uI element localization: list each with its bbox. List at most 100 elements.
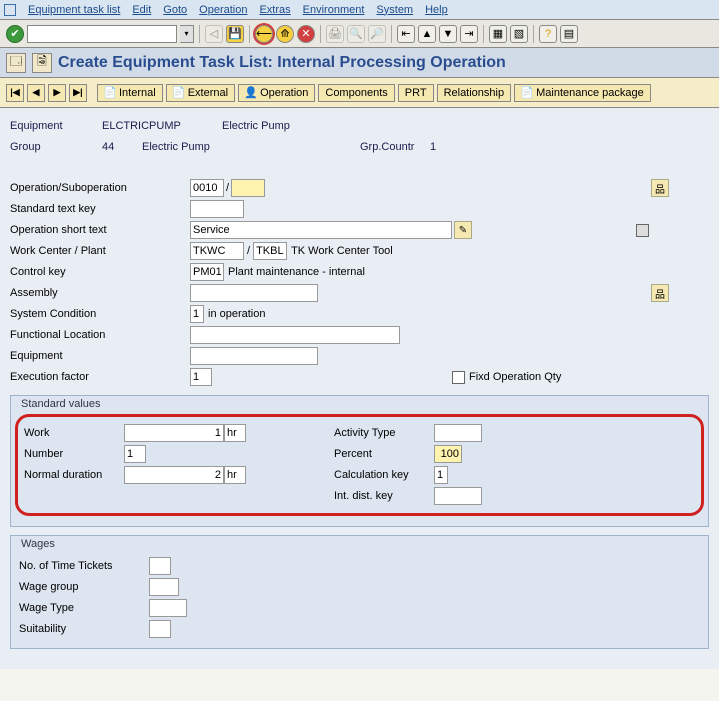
tab-maint-package[interactable]: 📄Maintenance package [514,84,651,102]
tab-external-label: External [188,87,228,99]
operation-input[interactable] [190,179,224,197]
work-label: Work [24,427,124,439]
tab-external[interactable]: 📄External [166,84,235,102]
tab-components[interactable]: Components [318,84,394,102]
work-unit-input[interactable] [224,424,246,442]
first-page-button[interactable]: ⇤ [397,25,415,43]
shorttext-row: Operation short text ✎ [10,220,709,240]
maint-package-icon: 📄 [521,87,533,99]
tab-components-label: Components [325,87,387,99]
equipment-label: Equipment [10,120,102,132]
title-icon-2[interactable]: 🗟 [32,53,52,73]
tab-operation[interactable]: 👤Operation [238,84,315,102]
command-field[interactable] [27,25,177,43]
tab-internal[interactable]: 📄Internal [97,84,163,102]
stdtext-label: Standard text key [10,203,190,215]
suboperation-input[interactable] [231,179,265,197]
find-next-button: 🔎 [368,25,386,43]
cancel-button[interactable]: ✕ [297,25,315,43]
separator [249,25,250,43]
nav-first-button[interactable]: |◀ [6,84,24,102]
app-toolbar: |◀ ◀ ▶ ▶| 📄Internal 📄External 👤Operation… [0,78,719,108]
create-session-button[interactable]: ▦ [489,25,507,43]
last-page-button[interactable]: ⇥ [460,25,478,43]
shorttext-flag-checkbox[interactable] [636,224,649,237]
calckey-input[interactable] [434,466,448,484]
menu-help[interactable]: Help [425,4,448,16]
group-desc: Electric Pump [142,141,360,153]
intdist-input[interactable] [434,487,482,505]
acttype-input[interactable] [434,424,482,442]
highlighted-region: Work Number Normal duration [15,414,704,516]
funcloc-label: Functional Location [10,329,190,341]
work-input[interactable] [124,424,224,442]
nav-prev-button[interactable]: ◀ [27,84,45,102]
longtext-edit-icon[interactable]: ✎ [454,221,472,239]
operation-icon: 👤 [245,87,257,99]
tab-relationship[interactable]: Relationship [437,84,512,102]
prev-page-button[interactable]: ▲ [418,25,436,43]
customize-layout-button[interactable]: ▤ [560,25,578,43]
percent-input[interactable] [434,445,462,463]
tab-prt[interactable]: PRT [398,84,434,102]
operation-row: Operation/Suboperation / 品 [10,178,709,198]
title-icon-1[interactable]: 🗔 [6,53,26,73]
fixedqty-checkbox[interactable] [452,371,465,384]
syscond-input[interactable] [190,305,204,323]
nav-last-button[interactable]: ▶| [69,84,87,102]
generate-shortcut-button[interactable]: ▧ [510,25,528,43]
find-button: 🔍 [347,25,365,43]
normdur-input[interactable] [124,466,224,484]
window-menu-icon[interactable] [4,4,16,16]
help-button[interactable]: ? [539,25,557,43]
stdtext-input[interactable] [190,200,244,218]
next-page-button[interactable]: ▼ [439,25,457,43]
execfactor-input[interactable] [190,368,212,386]
content-area: Equipment ELCTRICPUMP Electric Pump Grou… [0,108,719,669]
wagegroup-input[interactable] [149,578,179,596]
tickets-input[interactable] [149,557,171,575]
assembly-label: Assembly [10,287,190,299]
header-group-row: Group 44 Electric Pump Grp.Countr 1 [10,137,709,157]
enter-button[interactable]: ✔ [6,25,24,43]
workcenter-input[interactable] [190,242,244,260]
suitability-input[interactable] [149,620,171,638]
plant-input[interactable] [253,242,287,260]
equip-input[interactable] [190,347,318,365]
save-button[interactable]: 💾 [226,25,244,43]
menu-edit[interactable]: Edit [132,4,151,16]
funcloc-input[interactable] [190,326,400,344]
assembly-structure-icon[interactable]: 品 [651,284,669,302]
normdur-unit-input[interactable] [224,466,246,484]
tab-maintpkg-label: Maintenance package [536,87,644,99]
acttype-label: Activity Type [334,427,434,439]
operation-detail-icon[interactable]: 品 [651,179,669,197]
menu-operation[interactable]: Operation [199,4,247,16]
exit-button[interactable]: ⟰ [276,25,294,43]
shorttext-input[interactable] [190,221,452,239]
calckey-label: Calculation key [334,469,434,481]
operation-label: Operation/Suboperation [10,182,190,194]
wagegroup-label: Wage group [19,581,149,593]
controlkey-desc: Plant maintenance - internal [224,266,365,278]
separator [483,25,484,43]
back-button[interactable]: ⟵ [255,25,273,43]
syscond-row: System Condition in operation [10,304,709,324]
menu-extras[interactable]: Extras [259,4,290,16]
wagetype-input[interactable] [149,599,187,617]
menu-goto[interactable]: Goto [163,4,187,16]
menu-tasklist[interactable]: Equipment task list [28,4,120,16]
funcloc-row: Functional Location [10,325,709,345]
number-input[interactable] [124,445,146,463]
menu-environment[interactable]: Environment [303,4,365,16]
page-title: Create Equipment Task List: Internal Pro… [58,54,506,72]
assembly-row: Assembly 品 [10,283,709,303]
nav-next-button[interactable]: ▶ [48,84,66,102]
stdtext-row: Standard text key [10,199,709,219]
grpcountr-value: 1 [430,141,436,153]
command-field-dropdown[interactable]: ▾ [180,25,194,43]
controlkey-input[interactable] [190,263,224,281]
menu-system[interactable]: System [376,4,413,16]
assembly-input[interactable] [190,284,318,302]
menu-bar: Equipment task list Edit Goto Operation … [0,0,719,20]
